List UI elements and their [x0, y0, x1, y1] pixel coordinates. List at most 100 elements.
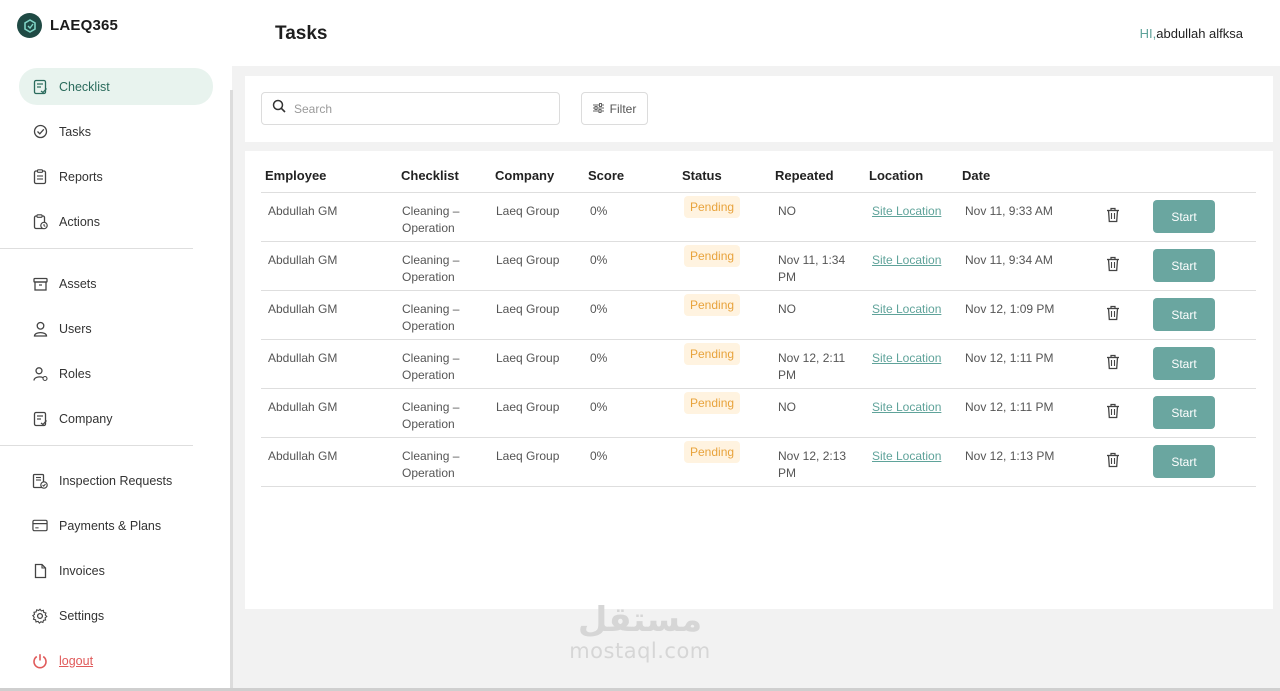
- site-location-link[interactable]: Site Location: [872, 252, 941, 269]
- sidebar-item-label: Inspection Requests: [59, 473, 173, 488]
- trash-icon[interactable]: [1106, 305, 1122, 323]
- column-header-status[interactable]: Status: [682, 168, 722, 183]
- search-input[interactable]: [294, 101, 544, 116]
- site-location-link[interactable]: Site Location: [872, 399, 941, 416]
- tasks-table: Employee Checklist Company Score Status Repea…: [245, 151, 1273, 609]
- status-badge: Pending: [684, 245, 741, 267]
- sidebar-item-invoices[interactable]: Invoices: [19, 552, 213, 589]
- cell-score: 0%: [590, 302, 608, 316]
- trash-icon[interactable]: [1106, 256, 1122, 274]
- start-button[interactable]: Start: [1153, 396, 1215, 429]
- page-title: Tasks: [275, 23, 328, 44]
- table-row[interactable]: Abdullah GM Cleaning – Operation Areas (D…: [261, 193, 1256, 242]
- credit-card-icon: [32, 518, 48, 534]
- site-location-link[interactable]: Site Location: [872, 203, 941, 220]
- checklist-icon: [32, 79, 48, 95]
- brand[interactable]: LAEQ365: [17, 13, 118, 38]
- start-button[interactable]: Start: [1153, 200, 1215, 233]
- table-row[interactable]: Abdullah GM Cleaning – Operation Areas (D…: [261, 291, 1256, 340]
- sidebar-item-payments-plans[interactable]: Payments & Plans: [19, 507, 213, 544]
- cell-repeated: Nov 12, 2:11 PM: [778, 351, 846, 382]
- cell-employee: Abdullah GM: [268, 302, 338, 316]
- cell-employee: Abdullah GM: [268, 351, 338, 365]
- watermark-latin: mostaql.com: [569, 639, 711, 663]
- filter-button[interactable]: Filter: [581, 92, 648, 125]
- sidebar-item-logout[interactable]: logout: [19, 642, 213, 679]
- cell-score: 0%: [590, 449, 608, 463]
- sidebar-item-label: Actions: [59, 214, 100, 229]
- table-row[interactable]: Abdullah GM Cleaning – Operation Areas (D…: [261, 242, 1256, 291]
- cell-checklist: Cleaning – Operation Areas (Daily): [402, 400, 460, 431]
- topbar: Tasks HI,abdullah alfksa: [232, 0, 1280, 66]
- status-badge: Pending: [684, 196, 741, 218]
- cell-score: 0%: [590, 400, 608, 414]
- sidebar-item-users[interactable]: Users: [19, 310, 213, 347]
- cell-company: Laeq Group: [496, 302, 560, 316]
- start-button[interactable]: Start: [1153, 249, 1215, 282]
- trash-icon[interactable]: [1106, 452, 1122, 470]
- app-logo-icon: [17, 13, 42, 38]
- table-row[interactable]: Abdullah GM Cleaning – Operation Areas (D…: [261, 340, 1256, 389]
- roles-icon: [32, 366, 48, 382]
- column-header-employee[interactable]: Employee: [265, 168, 326, 183]
- site-location-link[interactable]: Site Location: [872, 448, 941, 465]
- start-button[interactable]: Start: [1153, 298, 1215, 331]
- status-badge: Pending: [684, 294, 741, 316]
- column-header-company[interactable]: Company: [495, 168, 554, 183]
- trash-icon[interactable]: [1106, 354, 1122, 372]
- trash-icon[interactable]: [1106, 207, 1122, 225]
- column-header-date[interactable]: Date: [962, 168, 990, 183]
- sidebar-item-label: Roles: [59, 366, 91, 381]
- cell-date: Nov 12, 1:11 PM: [965, 400, 1054, 414]
- cell-company: Laeq Group: [496, 253, 560, 267]
- sidebar-item-settings[interactable]: Settings: [19, 597, 213, 634]
- cell-company: Laeq Group: [496, 204, 560, 218]
- site-location-link[interactable]: Site Location: [872, 301, 941, 318]
- sidebar-item-company[interactable]: Company: [19, 400, 213, 437]
- sidebar-item-tasks[interactable]: Tasks: [19, 113, 213, 150]
- company-icon: [32, 411, 48, 427]
- cell-score: 0%: [590, 351, 608, 365]
- column-header-location[interactable]: Location: [869, 168, 923, 183]
- sidebar-item-label: Users: [59, 321, 92, 336]
- sidebar-item-roles[interactable]: Roles: [19, 355, 213, 392]
- cell-company: Laeq Group: [496, 449, 560, 463]
- table-row[interactable]: Abdullah GM Cleaning – Operation Areas (D…: [261, 438, 1256, 487]
- sidebar-item-checklist[interactable]: Checklist: [19, 68, 213, 105]
- user-greeting[interactable]: HI,abdullah alfksa: [1140, 26, 1243, 41]
- power-icon: [32, 653, 48, 669]
- sidebar-divider: [0, 248, 193, 249]
- sidebar-item-label: Company: [59, 411, 113, 426]
- search-icon: [272, 99, 286, 118]
- reports-icon: [32, 168, 48, 185]
- sidebar-item-reports[interactable]: Reports: [19, 158, 213, 195]
- start-button[interactable]: Start: [1153, 445, 1215, 478]
- sidebar: LAEQ365 Checklist Tasks Reports Actions Asse…: [0, 0, 232, 691]
- cell-company: Laeq Group: [496, 400, 560, 414]
- watermark-arabic: مستقل: [577, 600, 703, 640]
- assets-box-icon: [32, 276, 48, 292]
- sidebar-scrollbar[interactable]: [230, 90, 233, 690]
- cell-employee: Abdullah GM: [268, 253, 338, 267]
- column-header-checklist[interactable]: Checklist: [401, 168, 459, 183]
- sidebar-item-label: Invoices: [59, 563, 105, 578]
- sidebar-item-assets[interactable]: Assets: [19, 265, 213, 302]
- trash-icon[interactable]: [1106, 403, 1122, 421]
- column-header-repeated[interactable]: Repeated: [775, 168, 834, 183]
- search-box[interactable]: [261, 92, 560, 125]
- start-button[interactable]: Start: [1153, 347, 1215, 380]
- cell-repeated: NO: [778, 400, 796, 414]
- column-header-score[interactable]: Score: [588, 168, 624, 183]
- watermark: مستقل mostaql.com: [560, 600, 720, 662]
- sidebar-item-label: Reports: [59, 169, 103, 184]
- cell-date: Nov 12, 1:09 PM: [965, 302, 1055, 316]
- app-name: LAEQ365: [50, 17, 119, 34]
- sidebar-divider: [0, 445, 193, 446]
- invoice-icon: [32, 563, 48, 579]
- sidebar-item-inspection-requests[interactable]: Inspection Requests: [19, 462, 213, 499]
- sidebar-item-actions[interactable]: Actions: [19, 203, 213, 240]
- cell-repeated: Nov 12, 2:13 PM: [778, 449, 847, 480]
- site-location-link[interactable]: Site Location: [872, 350, 941, 367]
- sidebar-item-label: Tasks: [59, 124, 91, 139]
- table-row[interactable]: Abdullah GM Cleaning – Operation Areas (D…: [261, 389, 1256, 438]
